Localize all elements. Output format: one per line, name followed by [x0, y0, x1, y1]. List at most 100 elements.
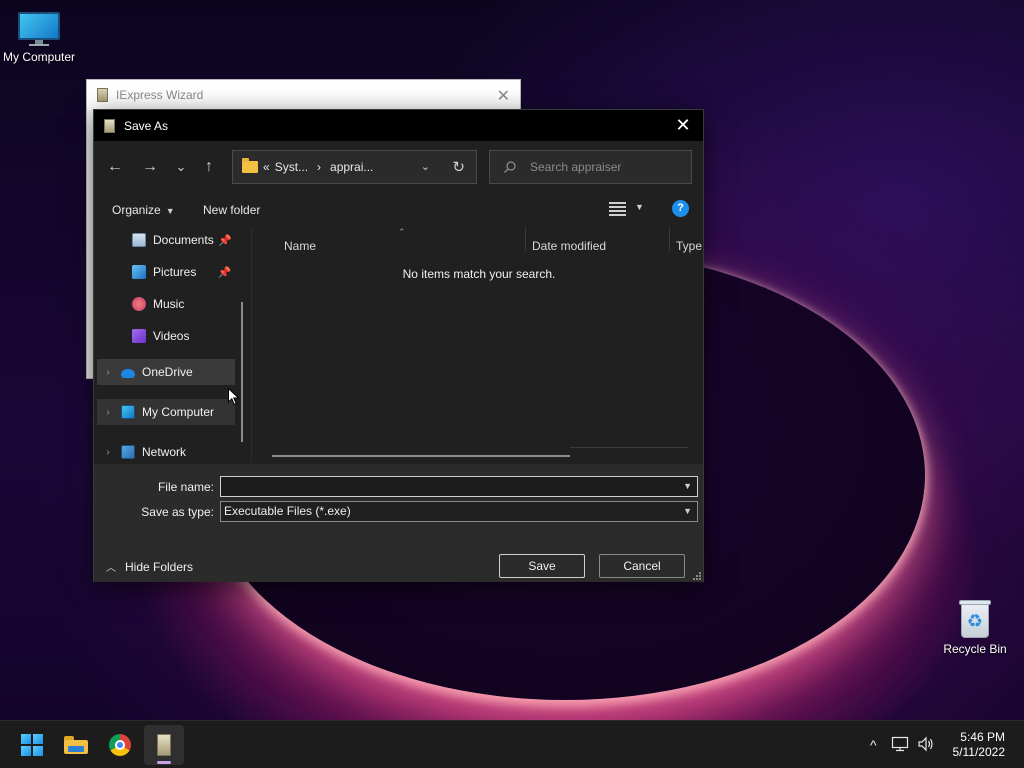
horizontal-scrollbar[interactable] — [272, 455, 570, 457]
taskbar: ^ 5:46 PM 5/11/2022 — [0, 720, 1024, 768]
taskbar-file-explorer[interactable] — [56, 725, 96, 765]
recycle-bin-icon: ♻ — [957, 598, 993, 638]
breadcrumb-overflow[interactable]: « — [263, 160, 270, 174]
file-name-field[interactable]: ▼ — [220, 476, 698, 497]
chevron-down-icon[interactable]: ⌄ — [421, 160, 430, 173]
recent-locations-button[interactable]: ⌄ — [170, 156, 192, 178]
navpane-item-label: OneDrive — [142, 365, 193, 379]
breadcrumb-item[interactable]: Syst... — [275, 160, 308, 174]
mouse-cursor-icon — [228, 388, 240, 406]
caret-down-icon[interactable]: ▼ — [635, 202, 644, 212]
breadcrumb-item[interactable]: apprai... — [330, 160, 373, 174]
cancel-button[interactable]: Cancel — [599, 554, 685, 578]
search-input[interactable]: Search appraiser — [530, 160, 621, 174]
iexpress-icon — [104, 118, 115, 133]
save-as-type-value: Executable Files (*.exe) — [224, 504, 351, 518]
chevron-up-icon: ︿ — [106, 563, 116, 574]
column-header-date-modified[interactable]: Date modified — [532, 239, 606, 253]
desktop-icon-recycle-bin[interactable]: ♻ Recycle Bin — [930, 598, 1020, 656]
organize-button[interactable]: Organize ▼ — [112, 203, 175, 217]
navpane-item-label: Music — [153, 297, 185, 311]
navpane-item-label: Videos — [153, 329, 190, 343]
file-explorer-icon — [64, 736, 88, 754]
navigation-pane: Documents 📌 Pictures 📌 Music Videos › On… — [94, 227, 246, 462]
documents-icon — [132, 233, 146, 247]
sort-caret-icon: ⌃ — [398, 227, 406, 237]
file-name-label: File name: — [157, 480, 214, 494]
save-as-dialog: Save As ✕ ← → ⌄ ↑ « Syst... › apprai... … — [93, 109, 704, 582]
close-button[interactable]: ✕ — [673, 115, 693, 135]
navpane-item-label: My Computer — [142, 405, 215, 419]
dialog-titlebar[interactable]: Save As ✕ — [94, 110, 703, 141]
view-details-icon[interactable] — [609, 202, 626, 217]
my-computer-icon — [121, 405, 135, 419]
navpane-item-label: Documents — [153, 233, 214, 247]
chevron-down-icon[interactable]: ▼ — [683, 502, 692, 521]
chevron-right-icon[interactable]: › — [102, 367, 114, 378]
new-folder-button[interactable]: New folder — [203, 203, 260, 217]
chevron-right-icon[interactable]: › — [102, 447, 114, 458]
navpane-item-videos[interactable]: Videos — [132, 323, 189, 349]
save-as-type-label: Save as type: — [141, 505, 214, 519]
navpane-item-documents[interactable]: Documents 📌 — [132, 227, 232, 253]
file-list: ⌃ Name Date modified Type No items match… — [254, 227, 704, 462]
resize-grip[interactable] — [693, 572, 701, 580]
network-status-icon[interactable] — [891, 736, 909, 755]
navpane-scrollbar[interactable] — [241, 302, 243, 442]
desktop-icon-label: My Computer — [2, 50, 76, 64]
my-computer-icon — [18, 12, 60, 46]
column-header-type[interactable]: Type — [676, 239, 702, 253]
navpane-item-pictures[interactable]: Pictures 📌 — [132, 259, 231, 285]
dialog-title: Save As — [124, 118, 169, 133]
search-icon — [503, 160, 517, 174]
active-indicator — [157, 761, 171, 764]
desktop-icon-my-computer[interactable]: My Computer — [0, 12, 84, 64]
volume-icon[interactable] — [917, 736, 935, 755]
start-icon — [21, 734, 43, 756]
refresh-button[interactable]: ↻ — [452, 158, 465, 176]
forward-button[interactable]: → — [139, 156, 161, 178]
chevron-right-icon[interactable]: › — [102, 407, 114, 418]
pictures-icon — [132, 265, 146, 279]
command-bar: Organize ▼ New folder ▼ ? — [94, 198, 703, 224]
back-button[interactable]: ← — [104, 156, 126, 178]
caret-down-icon: ▼ — [165, 206, 175, 216]
clock[interactable]: 5:46 PM 5/11/2022 — [953, 730, 1006, 760]
clock-time: 5:46 PM — [960, 730, 1005, 744]
help-icon[interactable]: ? — [672, 200, 689, 217]
navpane-item-my-computer[interactable]: › My Computer — [97, 399, 235, 425]
system-tray: ^ — [870, 721, 935, 768]
network-icon — [121, 445, 135, 459]
dialog-footer: File name: ▼ Save as type: Executable Fi… — [94, 464, 703, 582]
close-icon[interactable]: ✕ — [497, 86, 510, 106]
save-as-type-select[interactable]: Executable Files (*.exe) ▼ — [220, 501, 698, 522]
navpane-item-music[interactable]: Music — [132, 291, 184, 317]
start-button[interactable] — [12, 725, 52, 765]
scrollbar-track — [570, 447, 688, 448]
window-title: IExpress Wizard — [116, 88, 204, 102]
pane-splitter[interactable] — [251, 227, 252, 462]
taskbar-iexpress[interactable] — [144, 725, 184, 765]
column-divider[interactable] — [669, 227, 670, 251]
empty-message: No items match your search. — [402, 267, 556, 281]
column-divider[interactable] — [525, 227, 526, 251]
address-bar[interactable]: « Syst... › apprai... ⌄ ↻ — [232, 150, 477, 184]
desktop-icon-label: Recycle Bin — [943, 642, 1007, 656]
taskbar-chrome[interactable] — [100, 725, 140, 765]
onedrive-icon — [121, 369, 135, 378]
chevron-down-icon[interactable]: ▼ — [683, 477, 692, 496]
hide-folders-button[interactable]: ︿ Hide Folders — [106, 559, 193, 575]
search-box[interactable]: Search appraiser — [489, 150, 692, 184]
folder-icon — [242, 158, 258, 173]
clock-date: 5/11/2022 — [952, 745, 1006, 759]
navpane-item-network[interactable]: › Network — [97, 439, 235, 462]
column-header-name[interactable]: Name — [284, 239, 316, 253]
up-button[interactable]: ↑ — [198, 156, 220, 178]
pin-icon: 📌 — [217, 266, 232, 279]
navpane-item-onedrive[interactable]: › OneDrive — [97, 359, 235, 385]
breadcrumb-separator[interactable]: › — [317, 160, 321, 174]
show-hidden-icons-chevron-icon[interactable]: ^ — [870, 737, 877, 753]
chrome-icon — [109, 734, 131, 756]
save-button[interactable]: Save — [499, 554, 585, 578]
navpane-item-label: Network — [142, 445, 187, 459]
